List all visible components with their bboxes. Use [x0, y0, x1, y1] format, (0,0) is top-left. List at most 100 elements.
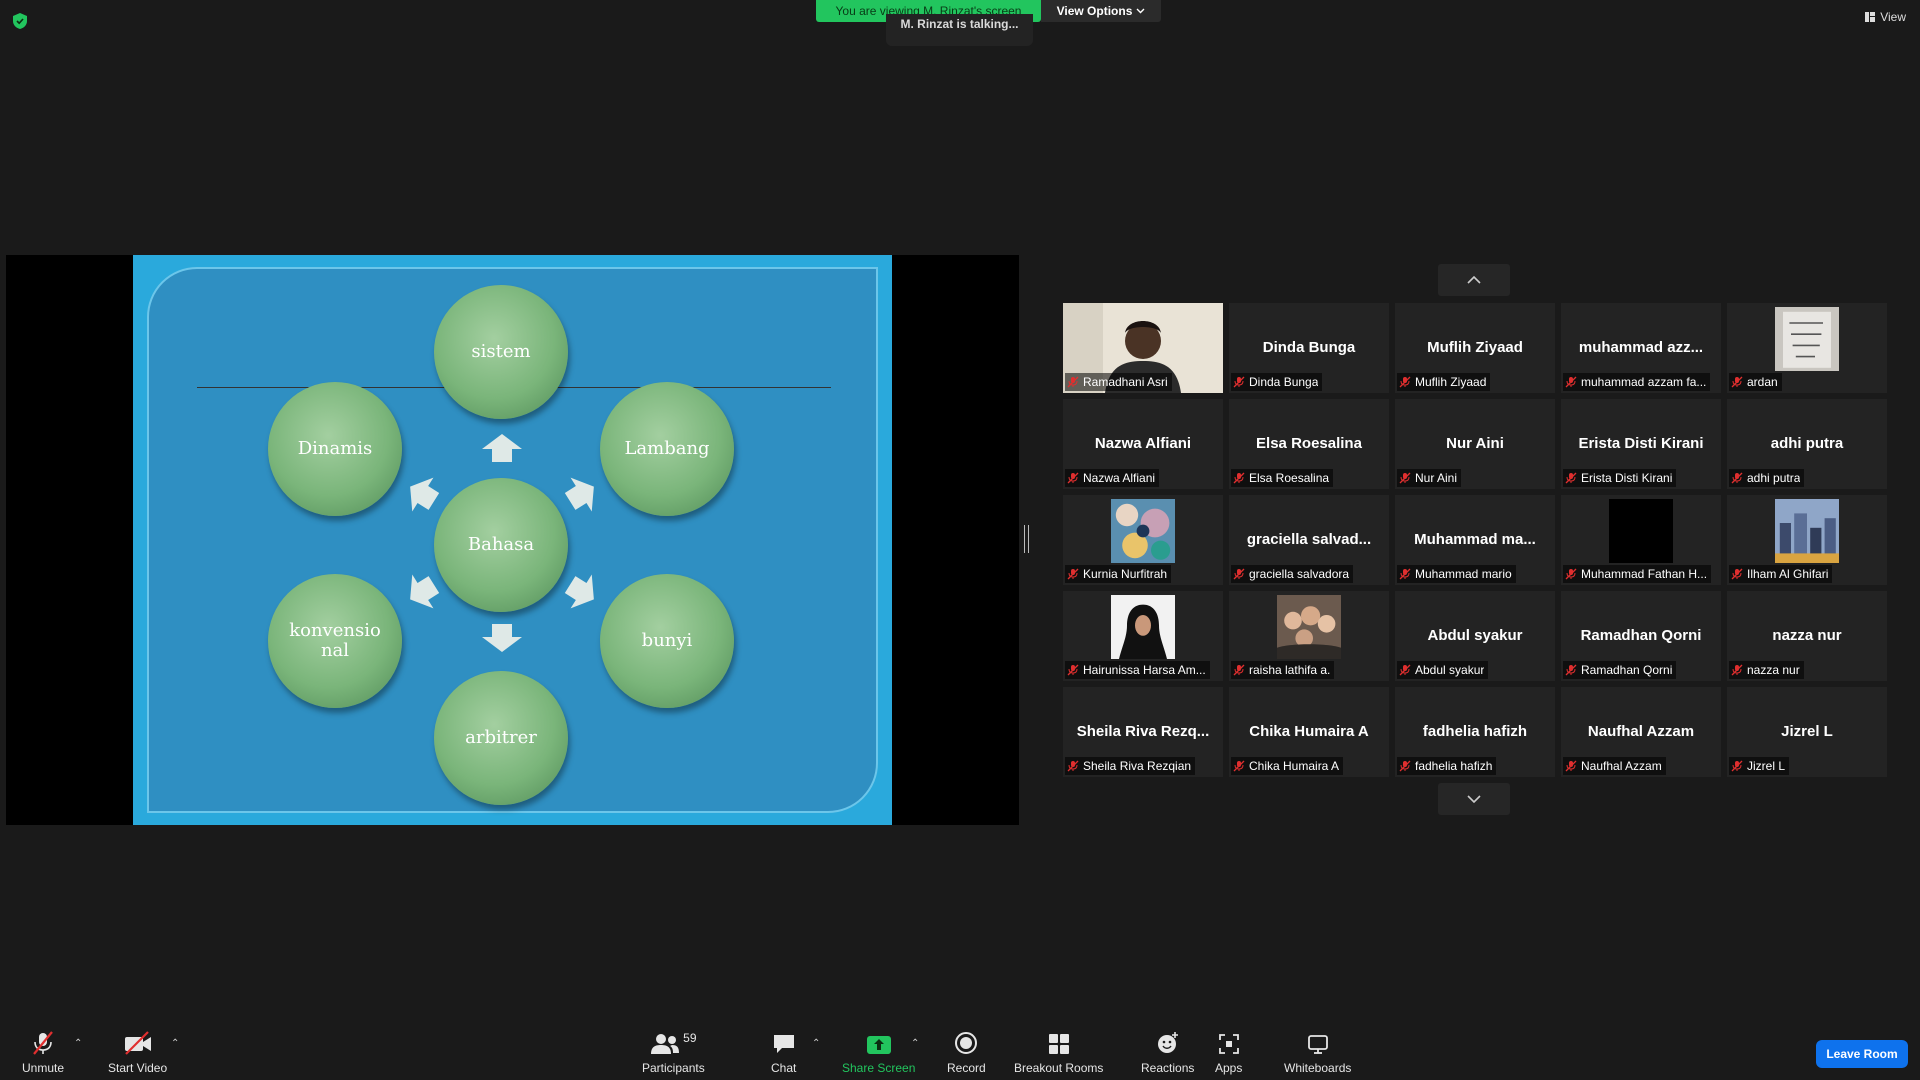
audio-options-caret[interactable]: ⌃	[74, 1038, 82, 1049]
participant-tile[interactable]: nazza nur nazza nur	[1727, 591, 1887, 681]
participant-tile[interactable]: raisha lathifa a.	[1229, 591, 1389, 681]
gallery-page-up-button[interactable]	[1438, 264, 1510, 296]
participant-avatar	[1609, 499, 1673, 563]
participant-tile[interactable]: Hairunissa Harsa Am...	[1063, 591, 1223, 681]
participant-name-label: Naufhal Azzam	[1563, 757, 1666, 775]
apps-icon	[1218, 1034, 1239, 1054]
apps-button[interactable]: Apps	[1215, 1031, 1242, 1075]
participant-tile[interactable]: ardan	[1727, 303, 1887, 393]
participant-tile[interactable]: Muflih Ziyaad Muflih Ziyaad	[1395, 303, 1555, 393]
participant-name: Nur Aini	[1415, 471, 1458, 485]
whiteboards-button[interactable]: Whiteboards	[1284, 1031, 1351, 1075]
participant-name-label: Elsa Roesalina	[1231, 469, 1334, 487]
participant-name-label: Dinda Bunga	[1231, 373, 1323, 391]
participant-display-name: Ramadhan Qorni	[1580, 627, 1702, 644]
microphone-muted-icon	[1565, 760, 1577, 772]
participant-tile[interactable]: Kurnia Nurfitrah	[1063, 495, 1223, 585]
participant-tile[interactable]: Jizrel L Jizrel L	[1727, 687, 1887, 777]
participant-display-name: Sheila Riva Rezq...	[1076, 723, 1210, 740]
view-button[interactable]: View	[1864, 10, 1906, 24]
participant-name: Dinda Bunga	[1249, 375, 1319, 389]
chat-label: Chat	[771, 1061, 797, 1075]
participant-name: Abdul syakur	[1415, 663, 1485, 677]
participant-tile[interactable]: Muhammad Fathan H...	[1561, 495, 1721, 585]
participant-tile[interactable]: graciella salvad... graciella salvadora	[1229, 495, 1389, 585]
participant-tile[interactable]: Nazwa Alfiani Nazwa Alfiani	[1063, 399, 1223, 489]
unmute-button[interactable]: Unmute	[22, 1031, 64, 1075]
participant-name: raisha lathifa a.	[1249, 663, 1331, 677]
participant-name: graciella salvadora	[1249, 567, 1350, 581]
reactions-button[interactable]: Reactions	[1141, 1031, 1194, 1075]
view-options-button[interactable]: View Options	[1041, 0, 1161, 22]
participant-tile[interactable]: Elsa Roesalina Elsa Roesalina	[1229, 399, 1389, 489]
video-options-caret[interactable]: ⌃	[171, 1038, 179, 1049]
participant-name-label: graciella salvadora	[1231, 565, 1354, 583]
start-video-label: Start Video	[108, 1061, 168, 1075]
participant-tile[interactable]: Nur Aini Nur Aini	[1395, 399, 1555, 489]
participants-button[interactable]: 59 Participants	[642, 1031, 705, 1075]
microphone-muted-icon	[1067, 472, 1079, 484]
share-screen-label: Share Screen	[842, 1061, 916, 1075]
participant-tile[interactable]: muhammad azz... muhammad azzam fa...	[1561, 303, 1721, 393]
microphone-muted-icon	[1233, 472, 1245, 484]
participant-display-name: Jizrel L	[1781, 723, 1833, 740]
participants-icon	[651, 1034, 680, 1054]
participant-name: Kurnia Nurfitrah	[1083, 567, 1168, 581]
participant-display-name: Chika Humaira A	[1249, 723, 1369, 740]
participant-name: Erista Disti Kirani	[1581, 471, 1673, 485]
chat-button[interactable]: Chat	[771, 1031, 796, 1075]
arrow-down-icon	[482, 624, 522, 652]
participant-name: Nazwa Alfiani	[1083, 471, 1156, 485]
participant-display-name: adhi putra	[1770, 435, 1844, 452]
gallery-page-down-button[interactable]	[1438, 783, 1510, 815]
participant-tile[interactable]: adhi putra adhi putra	[1727, 399, 1887, 489]
participant-name-label: ardan	[1729, 373, 1782, 391]
shield-icon[interactable]	[12, 12, 28, 30]
participant-avatar	[1111, 595, 1175, 659]
participant-tile[interactable]: Ramadhani Asri	[1063, 303, 1223, 393]
microphone-muted-icon	[33, 1031, 53, 1055]
microphone-muted-icon	[1399, 472, 1411, 484]
start-video-button[interactable]: Start Video	[108, 1031, 167, 1075]
participant-avatar	[1111, 499, 1175, 563]
participant-display-name: Muflih Ziyaad	[1427, 339, 1523, 356]
participant-tile[interactable]: Ilham Al Ghifari	[1727, 495, 1887, 585]
participant-name-label: Kurnia Nurfitrah	[1065, 565, 1172, 583]
participant-avatar	[1277, 595, 1341, 659]
share-screen-button[interactable]: Share Screen	[842, 1031, 915, 1075]
participant-name: Muhammad mario	[1415, 567, 1512, 581]
chat-options-caret[interactable]: ⌃	[812, 1038, 820, 1049]
breakout-rooms-label: Breakout Rooms	[1014, 1061, 1104, 1075]
participant-tile[interactable]: Sheila Riva Rezq... Sheila Riva Rezqian	[1063, 687, 1223, 777]
participant-name: fadhelia hafizh	[1415, 759, 1493, 773]
participant-tile[interactable]: Naufhal Azzam Naufhal Azzam	[1561, 687, 1721, 777]
participants-label: Participants	[642, 1061, 705, 1075]
breakout-rooms-button[interactable]: Breakout Rooms	[1014, 1031, 1103, 1075]
participant-tile[interactable]: fadhelia hafizh fadhelia hafizh	[1395, 687, 1555, 777]
participant-tile[interactable]: Muhammad ma... Muhammad mario	[1395, 495, 1555, 585]
participant-tile[interactable]: Ramadhan Qorni Ramadhan Qorni	[1561, 591, 1721, 681]
participant-name-label: muhammad azzam fa...	[1563, 373, 1711, 391]
participant-display-name: fadhelia hafizh	[1422, 723, 1528, 740]
record-button[interactable]: Record	[947, 1031, 986, 1075]
participant-name-label: Nazwa Alfiani	[1065, 469, 1160, 487]
participant-name-label: Hairunissa Harsa Am...	[1065, 661, 1210, 679]
participant-tile[interactable]: Dinda Bunga Dinda Bunga	[1229, 303, 1389, 393]
participant-name-label: raisha lathifa a.	[1231, 661, 1335, 679]
leave-room-button[interactable]: Leave Room	[1816, 1040, 1908, 1068]
participant-display-name: Dinda Bunga	[1262, 339, 1356, 356]
chat-bubble-icon	[773, 1035, 794, 1053]
participant-display-name: Erista Disti Kirani	[1578, 435, 1704, 452]
participant-tile[interactable]: Erista Disti Kirani Erista Disti Kirani	[1561, 399, 1721, 489]
participant-display-name: Nazwa Alfiani	[1094, 435, 1192, 452]
microphone-muted-icon	[1399, 568, 1411, 580]
participant-tile[interactable]: Abdul syakur Abdul syakur	[1395, 591, 1555, 681]
share-options-caret[interactable]: ⌃	[911, 1038, 919, 1049]
microphone-muted-icon	[1233, 760, 1245, 772]
presentation-slide: sistem Dinamis Lambang Bahasa konvensio …	[133, 255, 892, 825]
participant-tile[interactable]: Chika Humaira A Chika Humaira A	[1229, 687, 1389, 777]
chevron-down-icon	[1467, 795, 1481, 803]
splitter-handle[interactable]	[1024, 525, 1029, 553]
participant-name: Muflih Ziyaad	[1415, 375, 1487, 389]
participant-name: nazza nur	[1747, 663, 1800, 677]
